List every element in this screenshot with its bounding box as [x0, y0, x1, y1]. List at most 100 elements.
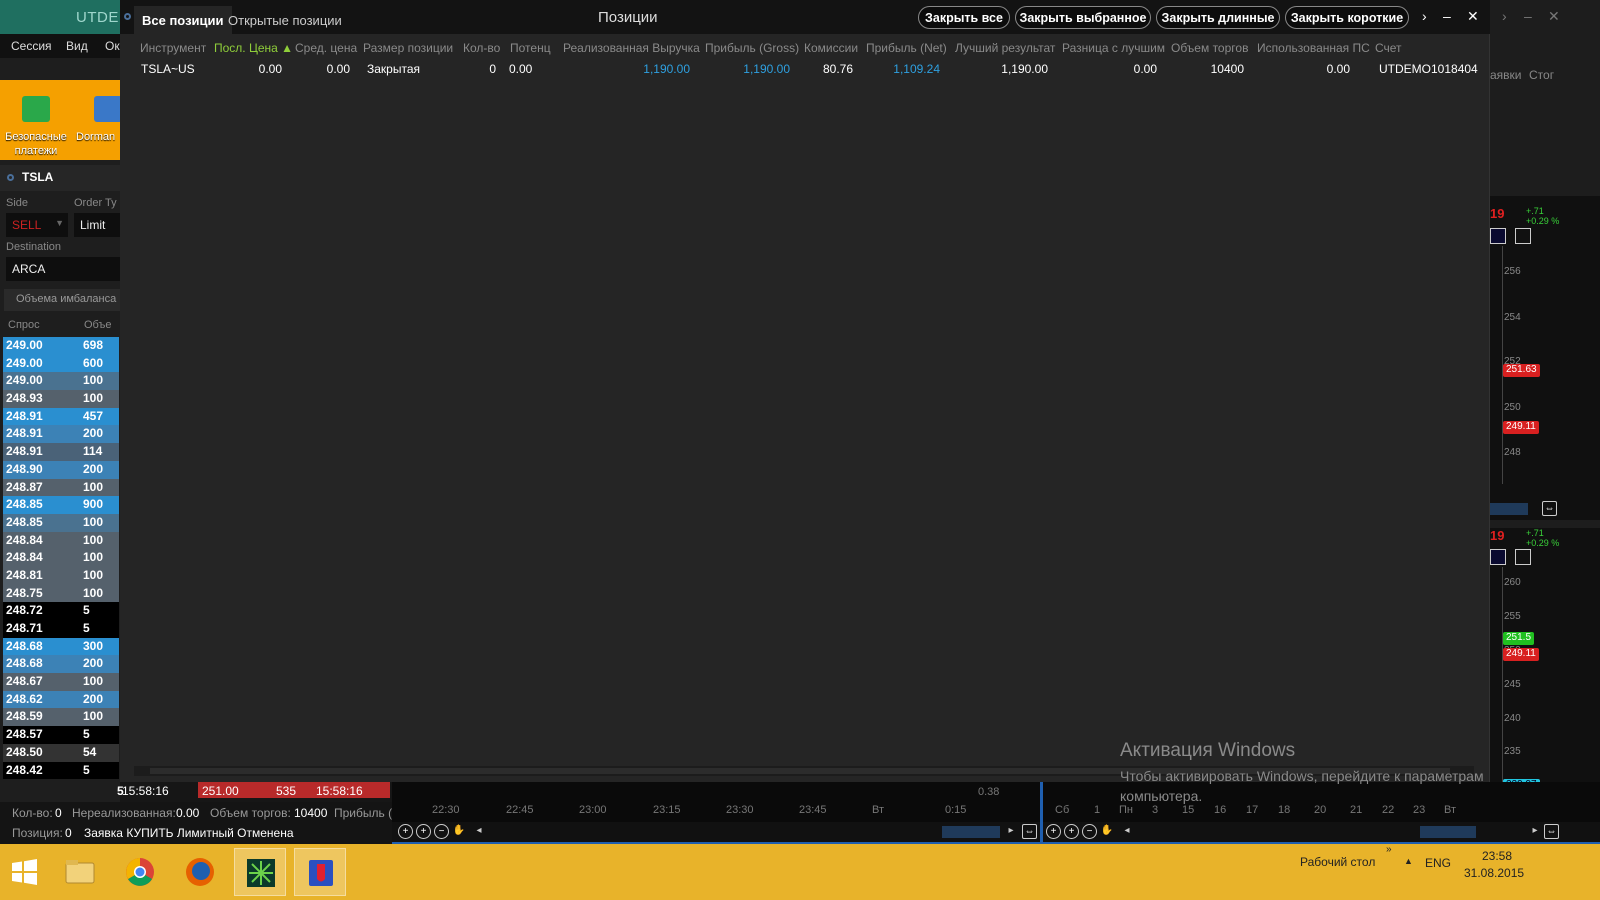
crosshair-icon[interactable]: +: [1046, 824, 1061, 839]
menu-windows[interactable]: Ок: [105, 39, 120, 53]
orderbook-row[interactable]: 248.87 100: [3, 478, 119, 497]
minimize-icon[interactable]: –: [1443, 8, 1451, 24]
scroll-right-icon[interactable]: ▸: [1004, 824, 1018, 838]
imbalance-row[interactable]: Объема имбаланса: [4, 289, 120, 311]
table-row[interactable]: TSLA~US 0.00 0.00 Закрытая 0 0.00 1,190.…: [120, 60, 1490, 80]
orderbook-row[interactable]: 248.71 5: [3, 620, 119, 638]
app-button-active[interactable]: [234, 848, 286, 896]
menu-view[interactable]: Вид: [66, 39, 88, 53]
col-commission[interactable]: Комиссии: [804, 41, 858, 55]
toolbar-chevron-icon[interactable]: »: [1386, 844, 1392, 855]
tray-up-icon[interactable]: ▲: [1404, 856, 1413, 866]
zoom-out-icon[interactable]: −: [1082, 824, 1097, 839]
orderbook-row[interactable]: 248.90 200: [3, 460, 119, 479]
orderbook-row[interactable]: 248.62 200: [3, 690, 119, 709]
col-profit-net[interactable]: Прибыль (Net): [866, 41, 947, 55]
close-short-button[interactable]: Закрыть короткие: [1285, 6, 1409, 29]
orderbook-row[interactable]: 248.91 200: [3, 425, 119, 444]
orderbook-row[interactable]: 248.93 100: [3, 390, 119, 408]
dorman-icon[interactable]: [94, 96, 120, 122]
col-realized[interactable]: Реализованная Выручка: [563, 41, 700, 55]
chart1-scroll[interactable]: [1490, 503, 1528, 515]
close-long-button[interactable]: Закрыть длинные: [1156, 6, 1280, 29]
zoom-in-icon[interactable]: +: [416, 824, 431, 839]
col-best-result[interactable]: Лучший результат: [955, 41, 1055, 55]
close-icon[interactable]: ✕: [1548, 8, 1560, 25]
col-qty[interactable]: Кол-во: [463, 41, 500, 55]
minimize-icon[interactable]: –: [1524, 8, 1532, 24]
clock-date[interactable]: 31.08.2015: [1464, 866, 1524, 880]
symbol-row[interactable]: TSLA: [0, 165, 120, 191]
col-diff-best[interactable]: Разница с лучшим: [1062, 41, 1165, 55]
bid-column-header[interactable]: Спрос: [8, 319, 40, 331]
orderbook-row[interactable]: 248.68 200: [3, 655, 119, 674]
orderbook-row[interactable]: 249.00 698: [3, 337, 119, 355]
orderbook-row[interactable]: 248.57 5: [3, 726, 119, 744]
language-indicator[interactable]: ENG: [1425, 856, 1451, 870]
orderbook-row[interactable]: 248.91 114: [3, 443, 119, 461]
col-used-bp[interactable]: Использованная ПС: [1257, 41, 1370, 55]
zoom-in-icon[interactable]: +: [1064, 824, 1079, 839]
tab-orders[interactable]: аявки: [1490, 68, 1522, 82]
order-type-select[interactable]: Limit: [74, 213, 120, 237]
orderbook-row[interactable]: 248.84 100: [3, 549, 119, 567]
orderbook-row[interactable]: 248.85 900: [3, 496, 119, 514]
col-instrument[interactable]: Инструмент: [140, 41, 206, 55]
col-account[interactable]: Счет: [1375, 41, 1402, 55]
chart1-fit-icon[interactable]: ⇔: [1542, 501, 1557, 516]
chart2-indicator-icon[interactable]: [1515, 549, 1531, 565]
col-position-size[interactable]: Размер позиции: [363, 41, 453, 55]
orderbook-row[interactable]: 248.85 100: [3, 513, 119, 532]
col-profit-gross[interactable]: Прибыль (Gross): [705, 41, 799, 55]
close-selected-button[interactable]: Закрыть выбранное: [1015, 6, 1151, 29]
orderbook-row[interactable]: 248.42 5: [3, 761, 119, 780]
chart-divider[interactable]: [1040, 782, 1043, 842]
desktop-toolbar-label[interactable]: Рабочий стол: [1300, 855, 1375, 869]
orderbook-row[interactable]: 248.72 5: [3, 602, 119, 620]
scroll-left-icon[interactable]: ◂: [1120, 824, 1134, 838]
col-potential[interactable]: Потенц: [510, 41, 553, 55]
chart-scroll-thumb[interactable]: [1420, 826, 1476, 838]
col-volume[interactable]: Объем торгов: [1171, 41, 1248, 55]
tab-open-positions[interactable]: Открытые позиции: [220, 6, 350, 34]
orderbook-row[interactable]: 248.75 100: [3, 584, 119, 603]
firefox-button[interactable]: [174, 848, 226, 896]
orderbook-row[interactable]: 248.81 100: [3, 566, 119, 585]
size-column-header[interactable]: Объе: [84, 319, 111, 331]
orderbook-row[interactable]: 248.50 54: [3, 743, 119, 762]
app-button-active[interactable]: [294, 848, 346, 896]
pan-hand-icon[interactable]: ✋: [1100, 824, 1114, 838]
clock-time[interactable]: 23:58: [1482, 849, 1512, 863]
orderbook-row[interactable]: 249.00 600: [3, 354, 119, 373]
start-button[interactable]: [0, 848, 48, 896]
orderbook-row[interactable]: 248.59 100: [3, 708, 119, 727]
orderbook-row[interactable]: 249.00 100: [3, 372, 119, 391]
pan-hand-icon[interactable]: ✋: [452, 824, 466, 838]
orderbook-row[interactable]: 248.91 457: [3, 407, 119, 426]
destination-select[interactable]: ARCA: [6, 257, 120, 281]
fit-icon[interactable]: ⇔: [1022, 824, 1037, 839]
safe-payments-icon[interactable]: [22, 96, 50, 122]
chart1-indicator-icon[interactable]: [1515, 228, 1531, 244]
col-avg-price[interactable]: Сред. цена: [295, 41, 357, 55]
explorer-button[interactable]: [54, 848, 106, 896]
zoom-out-icon[interactable]: −: [434, 824, 449, 839]
chrome-button[interactable]: [114, 848, 166, 896]
side-select[interactable]: SELL ▼: [6, 213, 68, 237]
crosshair-icon[interactable]: +: [398, 824, 413, 839]
chart1-color-swatch[interactable]: [1490, 228, 1506, 244]
menu-session[interactable]: Сессия: [11, 39, 52, 53]
orderbook-row[interactable]: 248.68 300: [3, 637, 119, 656]
tab-all-positions[interactable]: Все позиции: [134, 6, 232, 34]
close-all-button[interactable]: Закрыть все: [918, 6, 1010, 29]
tab-book[interactable]: Стог: [1529, 68, 1554, 82]
more-icon[interactable]: ›: [1502, 8, 1507, 24]
col-last-price[interactable]: Посл. Цена ▲: [214, 41, 293, 55]
scroll-left-icon[interactable]: ◂: [472, 824, 486, 838]
more-icon[interactable]: ›: [1422, 8, 1427, 24]
chart-scroll-thumb[interactable]: [942, 826, 1000, 838]
scroll-right-icon[interactable]: ▸: [1528, 824, 1542, 838]
close-icon[interactable]: ✕: [1467, 8, 1479, 25]
orderbook-row[interactable]: 248.84 100: [3, 531, 119, 550]
chart2-color-swatch[interactable]: [1490, 549, 1506, 565]
